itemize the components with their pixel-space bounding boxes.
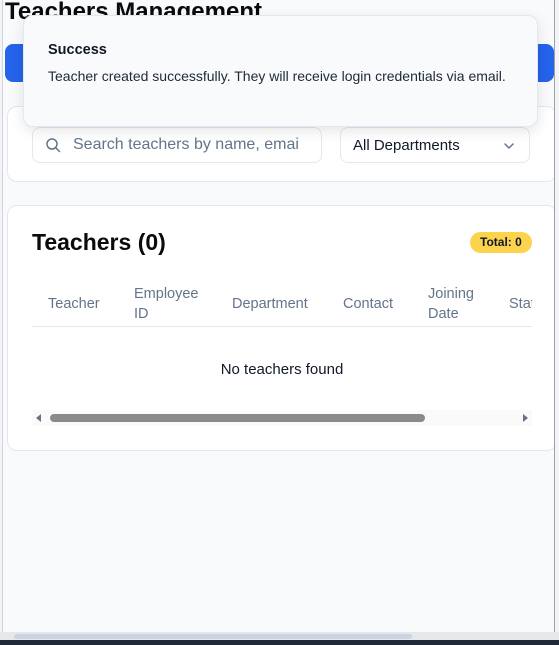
search-input[interactable]: Search teachers by name, emai: [32, 127, 322, 163]
column-header-contact[interactable]: Contact: [343, 294, 393, 314]
table-header: Teacher Employee ID Department Contact J…: [32, 282, 532, 327]
column-header-employee-id[interactable]: Employee ID: [134, 284, 198, 324]
column-header-department[interactable]: Department: [232, 294, 308, 314]
column-header-employee-id-line2: ID: [134, 306, 149, 322]
scroll-right-icon[interactable]: [523, 414, 528, 422]
chevron-down-icon: [504, 143, 514, 149]
empty-state-message: No teachers found: [220, 361, 344, 378]
table-horizontal-scrollbar[interactable]: [32, 410, 532, 426]
success-toast[interactable]: Success Teacher created successfully. Th…: [23, 15, 538, 127]
column-header-teacher[interactable]: Teacher: [48, 294, 100, 314]
column-header-joining-date-line1: Joining: [428, 286, 474, 302]
search-placeholder: Search teachers by name, emai: [73, 136, 299, 153]
column-header-employee-id-line1: Employee: [134, 286, 199, 302]
department-select[interactable]: All Departments: [340, 127, 530, 163]
taskbar-edge: [0, 640, 559, 645]
teachers-title: Teachers (0): [32, 229, 166, 255]
scrollbar-thumb[interactable]: [50, 414, 425, 422]
column-header-joining-date-line2: Date: [428, 306, 459, 322]
app-frame: Teachers Management Search teachers by n…: [2, 0, 555, 632]
page-scrollbar-thumb[interactable]: [14, 634, 412, 639]
teachers-card: Teachers (0) Total: 0 Teacher Employee I…: [7, 205, 554, 451]
column-header-status[interactable]: Status: [509, 294, 532, 314]
search-icon: [46, 138, 61, 153]
column-header-joining-date[interactable]: Joining Date: [428, 284, 474, 324]
toast-title: Success: [48, 42, 107, 58]
total-badge: Total: 0: [470, 232, 532, 253]
department-select-value: All Departments: [353, 137, 460, 154]
toast-message: Teacher created successfully. They will …: [48, 68, 506, 84]
scroll-left-icon[interactable]: [36, 414, 41, 422]
